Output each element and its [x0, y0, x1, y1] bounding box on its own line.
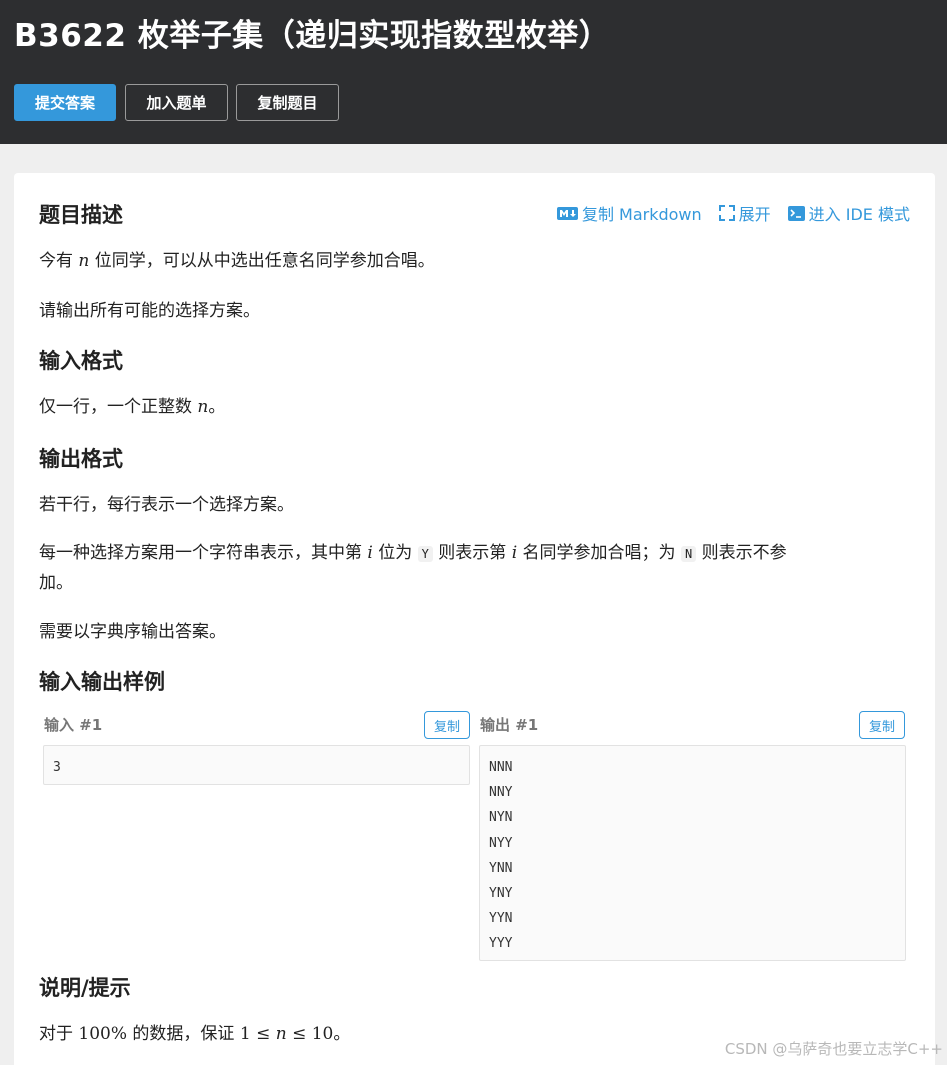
- output-format-heading: 输出格式: [39, 447, 123, 471]
- math-variable: n: [275, 1024, 287, 1044]
- math-variable: n: [197, 397, 209, 417]
- text-segment: 。: [208, 397, 226, 417]
- inline-code: Y: [417, 546, 433, 562]
- output-format-paragraph-2-cont: 加。: [39, 573, 73, 593]
- expand-label: 展开: [738, 205, 771, 224]
- sample-output-label: 输出 #1: [480, 716, 539, 734]
- text-segment: 则表示不参: [701, 543, 787, 563]
- description-heading: 题目描述: [39, 203, 123, 227]
- hint-paragraph: 对于 100% 的数据，保证 1 ≤ n ≤ 10。: [39, 1018, 350, 1050]
- expand-link[interactable]: 展开: [718, 201, 771, 225]
- markdown-icon: [556, 206, 578, 220]
- problem-title: B3622 枚举子集（递归实现指数型枚举）: [14, 18, 611, 54]
- output-format-paragraph-2: 每一种选择方案用一个字符串表示，其中第 i 位为 Y 则表示第 i 名同学参加合…: [39, 537, 787, 570]
- text-segment: 名同学参加合唱；为: [522, 543, 676, 563]
- input-format-paragraph: 仅一行，一个正整数 n。: [39, 391, 225, 423]
- text-segment: 对于: [39, 1024, 73, 1044]
- problem-toolbar: 复制 Markdown 展开 进入 IDE 模式: [556, 201, 910, 225]
- text-segment: 每一种选择方案用一个字符串表示，其中第: [39, 543, 362, 563]
- math-expression: ≤: [256, 1024, 271, 1044]
- terminal-icon: [787, 205, 805, 221]
- description-paragraph-2: 请输出所有可能的选择方案。: [39, 301, 260, 321]
- math-variable: i: [367, 543, 373, 563]
- add-to-list-button[interactable]: 加入题单: [125, 84, 228, 121]
- ide-mode-label: 进入 IDE 模式: [808, 205, 910, 224]
- csdn-watermark: CSDN @乌萨奇也要立志学C++: [724, 1040, 943, 1058]
- text-segment: 的数据，保证: [132, 1024, 235, 1044]
- math-expression: 10: [311, 1024, 334, 1044]
- inline-code: N: [680, 546, 697, 562]
- output-format-paragraph-1: 若干行，每行表示一个选择方案。: [39, 495, 294, 515]
- input-format-heading: 输入格式: [39, 349, 123, 373]
- text-segment: 位为: [378, 543, 413, 563]
- sample-output-box[interactable]: NNN NNY NYN NYY YNN YNY YYN YYY: [479, 745, 906, 961]
- text-segment: 位同学，可以从中选出任意名同学参加合唱。: [94, 251, 435, 271]
- text-segment: 仅一行，一个正整数: [39, 397, 192, 417]
- math-expression: ≤: [292, 1024, 307, 1044]
- math-variable: i: [511, 543, 518, 563]
- sample-input-box[interactable]: 3: [43, 745, 470, 785]
- hint-heading: 说明/提示: [39, 976, 131, 1000]
- submit-answer-button[interactable]: 提交答案: [14, 84, 116, 121]
- copy-output-button[interactable]: 复制: [859, 711, 905, 739]
- text-segment: 则表示第: [438, 543, 507, 563]
- copy-markdown-label: 复制 Markdown: [581, 205, 702, 224]
- text-segment: 。: [333, 1024, 351, 1044]
- output-format-paragraph-3: 需要以字典序输出答案。: [39, 622, 226, 642]
- text-segment: 今有: [39, 251, 73, 271]
- samples-heading: 输入输出样例: [39, 670, 165, 694]
- math-variable: n: [78, 251, 90, 271]
- problem-header: B3622 枚举子集（递归实现指数型枚举） 提交答案 加入题单 复制题目: [0, 0, 947, 144]
- sample-input-label: 输入 #1: [44, 716, 103, 734]
- problem-card: 复制 Markdown 展开 进入 IDE 模式 题目描述 今有 n 位同学，可…: [14, 173, 935, 1065]
- expand-icon: [718, 205, 735, 221]
- copy-markdown-link[interactable]: 复制 Markdown: [556, 201, 702, 225]
- copy-input-button[interactable]: 复制: [424, 711, 470, 739]
- ide-mode-link[interactable]: 进入 IDE 模式: [787, 201, 910, 225]
- copy-problem-button[interactable]: 复制题目: [236, 84, 339, 121]
- math-expression: 1: [239, 1024, 251, 1044]
- math-expression: 100%: [78, 1024, 128, 1044]
- description-paragraph-1: 今有 n 位同学，可以从中选出任意名同学参加合唱。: [39, 245, 435, 277]
